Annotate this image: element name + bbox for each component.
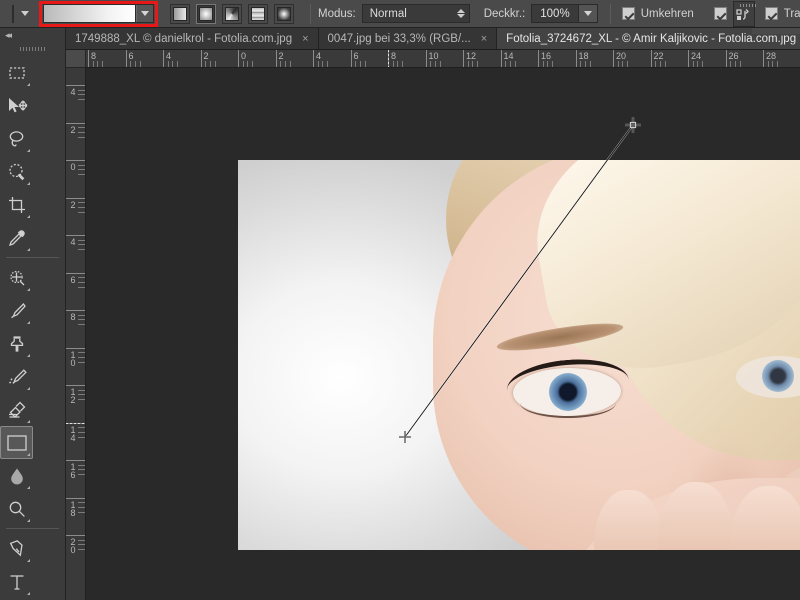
panel-grip-icon [739,3,758,7]
close-icon[interactable]: × [302,33,308,45]
quick-selection-tool[interactable] [0,155,33,188]
options-bar: Modus: Normal Deckkr.: 100% Umkehren Tra [0,0,800,28]
vertical-ruler[interactable]: 4202468101214161820 [66,68,86,600]
gradient-preview-swatch[interactable] [44,5,136,22]
mode-label: Modus: [318,7,356,20]
close-icon[interactable]: × [481,33,487,45]
rectangular-marquee-tool[interactable] [0,56,33,89]
horizontal-ruler[interactable]: 8 6 4 2 0 2 4 6 8 10 12 14 16 18 20 22 24 26 28 [86,50,800,68]
blend-mode-value: Normal [369,7,407,20]
chevron-down-icon [141,11,149,16]
toolbox-tool-grid [0,56,65,600]
opacity-label: Deckkr.: [483,7,526,20]
gradient-picker-highlight [39,0,158,27]
gradient-shape-button[interactable] [732,0,758,27]
toolbox-grip[interactable] [0,42,65,56]
opacity-value[interactable]: 100% [531,4,579,23]
move-tool[interactable] [0,89,33,122]
brush-tool[interactable] [0,294,33,327]
collapse-left-icon: ◂◂ [5,29,12,40]
diamond-gradient-button[interactable] [274,3,294,24]
tab-title: 0047.jpg bei 33,3% (RGB/... [327,32,471,45]
transparency-label: Transparenz [783,7,800,20]
pen-tool[interactable] [0,532,33,565]
blur-tool[interactable] [0,459,33,492]
document-tab[interactable]: 1749888_XL © danielkrol - Fotolia.com.jp… [66,28,319,49]
tabbar-overflow [752,28,800,34]
invert-checkbox-row[interactable]: Umkehren [621,7,700,20]
reflected-gradient-button[interactable] [248,3,268,24]
spot-healing-brush-tool[interactable] [0,261,33,294]
tool-preset-chevron-down-icon[interactable] [21,11,29,16]
diamond-gradient-icon [277,6,291,21]
lasso-tool[interactable] [0,122,33,155]
gradient-tool[interactable] [0,426,33,459]
tab-title: Fotolia_3724672_XL - © Amir Kaljikovic -… [506,32,800,45]
document-tab[interactable]: 0047.jpg bei 33,3% (RGB/... × [318,28,498,49]
gradient-shape-icon [736,8,749,20]
invert-label: Umkehren [640,7,694,20]
document-tab-bar: 1749888_XL © danielkrol - Fotolia.com.jp… [66,28,800,50]
chevron-down-icon [583,11,592,16]
eyedropper-tool[interactable] [0,221,33,254]
clone-stamp-tool[interactable] [0,327,33,360]
dither-checkbox-row[interactable] [713,7,727,20]
spinner-icon [456,9,465,18]
gradient-type-group [170,3,294,24]
transparency-checkbox-row[interactable]: Transparenz [764,7,800,20]
iris-right [762,360,794,392]
angle-gradient-button[interactable] [222,3,242,24]
tab-title: 1749888_XL © danielkrol - Fotolia.com.jp… [75,32,293,45]
radial-gradient-icon [199,6,213,21]
opacity-dropdown[interactable] [578,4,598,23]
toolbox-panel: ◂◂ [0,28,66,600]
linear-gradient-icon [173,6,187,21]
history-brush-tool[interactable] [0,360,33,393]
toolbox-divider [6,257,59,258]
separator [310,3,311,24]
separator [609,3,611,24]
transparency-checkbox[interactable] [764,7,778,20]
ruler-origin-corner[interactable] [66,50,86,68]
angle-gradient-icon [225,6,239,21]
canvas-area[interactable] [86,68,800,600]
photoshop-window: Modus: Normal Deckkr.: 100% Umkehren Tra… [0,0,800,600]
opacity-control[interactable]: 100% [531,4,598,23]
dodge-tool[interactable] [0,492,33,525]
gradient-picker-dropdown[interactable] [136,5,153,22]
invert-checkbox[interactable] [621,7,635,20]
toolbox-collapse-button[interactable]: ◂◂ [0,28,65,42]
eraser-tool[interactable] [0,393,33,426]
reflected-gradient-icon [251,6,265,21]
toolbox-divider [6,528,59,529]
radial-gradient-button[interactable] [196,3,216,24]
crop-tool[interactable] [0,188,33,221]
gradient-picker[interactable] [43,4,154,23]
document-image[interactable] [238,160,800,550]
type-tool[interactable] [0,565,33,598]
tool-preset-swatch[interactable] [12,4,14,23]
linear-gradient-button[interactable] [170,3,190,24]
blend-mode-select[interactable]: Normal [361,4,470,23]
dither-checkbox[interactable] [713,7,727,20]
